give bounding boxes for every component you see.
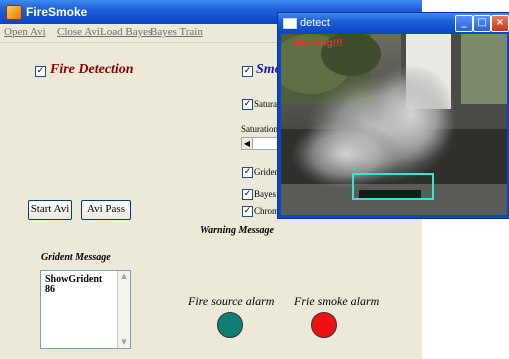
grident-checkbox-label: Griden — [254, 167, 279, 177]
close-button[interactable]: × — [491, 15, 509, 32]
detect-titlebar[interactable]: detect _ □ × — [278, 13, 509, 33]
smoke-alarm-indicator — [311, 312, 337, 338]
menu-close-avi[interactable]: Close Avi — [57, 26, 100, 38]
start-avi-button[interactable]: Start Avi — [28, 200, 72, 220]
menu-bayes-train[interactable]: Bayes Train — [150, 26, 203, 38]
chrom-checkbox[interactable]: ✓ — [242, 206, 253, 217]
grident-scrollbar[interactable]: ▲ ▼ — [117, 271, 130, 348]
detect-window: detect _ □ × Warning!!! 1 — [277, 12, 509, 219]
detect-window-title: detect — [300, 17, 330, 29]
fire-source-alarm-indicator — [217, 312, 243, 338]
chrom-checkbox-label: Chrom — [254, 206, 280, 216]
scroll-down-icon[interactable]: ▼ — [118, 337, 130, 348]
warning-overlay-text: Warning!!! — [293, 38, 343, 49]
menu-open-avi[interactable]: Open Avi — [4, 26, 46, 38]
smoke-detection-checkbox[interactable]: ✓ — [242, 66, 253, 77]
maximize-button[interactable]: □ — [473, 15, 491, 32]
detection-box — [352, 173, 434, 200]
avi-pass-button[interactable]: Avi Pass — [81, 200, 131, 220]
fire-detection-label: Fire Detection — [50, 62, 134, 77]
window-title: FireSmoke — [26, 5, 88, 19]
fire-detection-checkbox[interactable]: ✓ — [35, 66, 46, 77]
grident-text-line: 86 — [45, 284, 55, 295]
scroll-up-icon[interactable]: ▲ — [118, 271, 130, 282]
grident-message-label: Grident Message — [41, 252, 111, 263]
window-icon — [283, 18, 297, 29]
grident-message-textbox[interactable]: ShowGrident 86 ▲ ▼ — [40, 270, 131, 349]
video-frame: Warning!!! 1 — [281, 34, 507, 215]
minimize-button[interactable]: _ — [455, 15, 473, 32]
fire-source-alarm-label: Fire source alarm — [188, 294, 275, 308]
bayes-checkbox[interactable]: ✓ — [242, 189, 253, 200]
menu-load-bayes[interactable]: Load Bayes — [100, 26, 152, 38]
slider-left-arrow-icon[interactable]: ◀ — [242, 138, 253, 149]
saturation-label: Saturation — [241, 124, 278, 134]
bayes-checkbox-label: Bayes — [254, 189, 276, 199]
warning-message-label: Warning Message — [200, 225, 274, 236]
smoke-alarm-label: Frie smoke alarm — [294, 294, 380, 308]
app-logo-icon — [6, 5, 22, 20]
grident-checkbox[interactable]: ✓ — [242, 167, 253, 178]
detection-box-marker: 1 — [353, 164, 357, 172]
saturation-checkbox[interactable]: ✓ — [242, 99, 253, 110]
